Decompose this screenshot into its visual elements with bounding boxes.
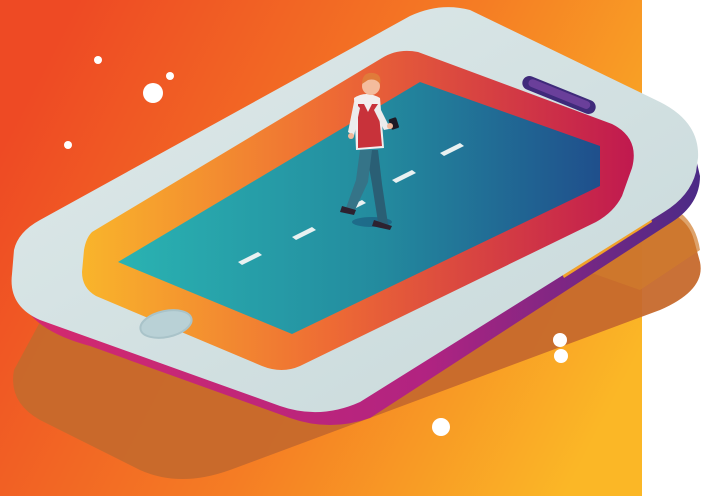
phone-illustration (0, 0, 702, 496)
sparkle-dot (64, 141, 72, 149)
sparkle-dot (554, 349, 568, 363)
illustration-canvas (0, 0, 702, 496)
sparkle-dot (143, 83, 163, 103)
sparkle-dot (432, 418, 450, 436)
man-hand (348, 133, 354, 139)
sparkle-dot (166, 72, 174, 80)
sparkle-dot (553, 333, 567, 347)
sparkle-dot (94, 56, 102, 64)
man-hand (387, 123, 393, 129)
